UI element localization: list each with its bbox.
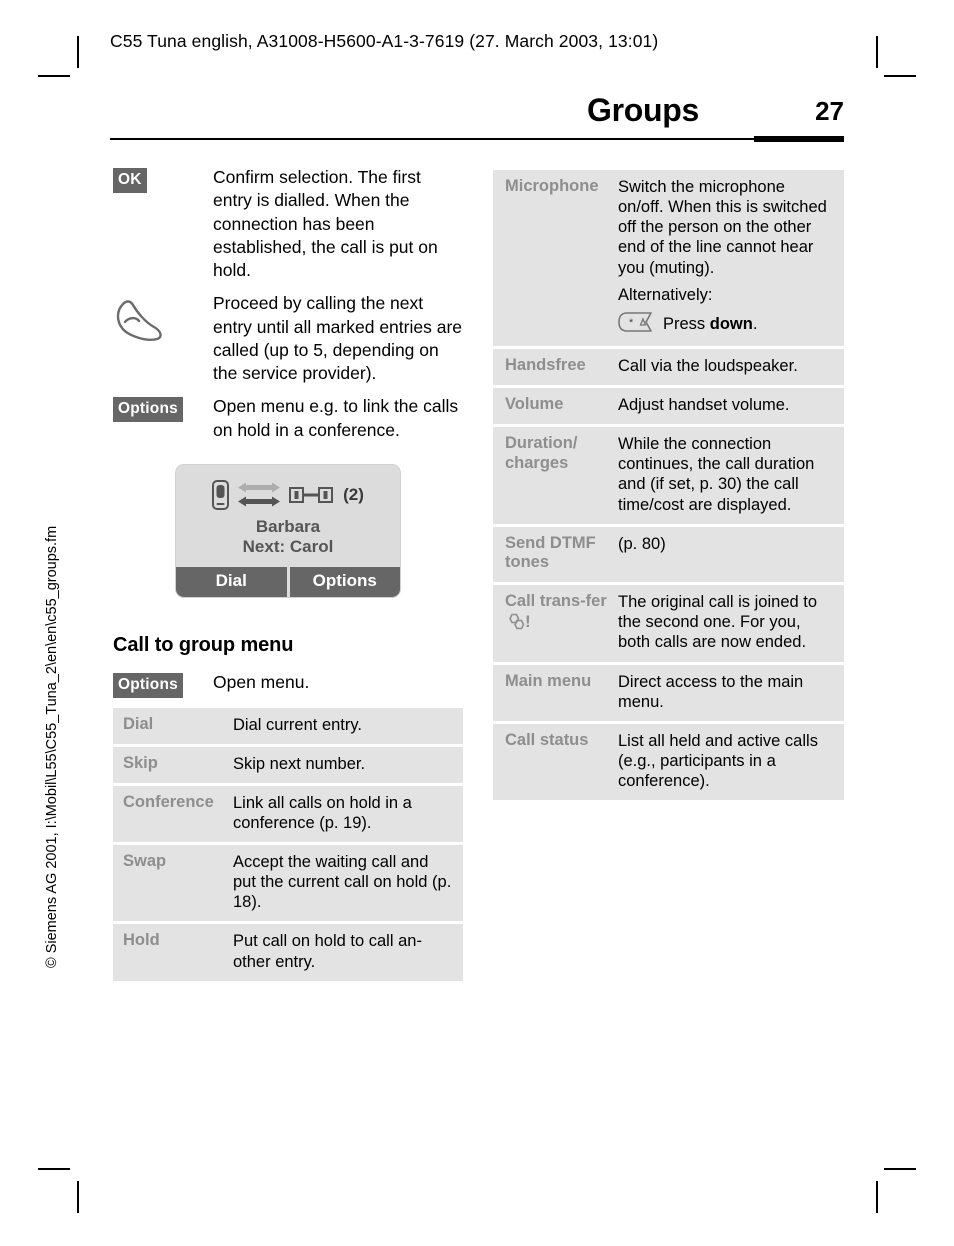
table-row: Dial Dial current entry.: [113, 708, 463, 747]
definition-row: OK Confirm selection. The first entry is…: [113, 166, 463, 282]
section-heading: Call to group menu: [113, 634, 294, 657]
definition-row: Options Open menu e.g. to link the calls…: [113, 395, 463, 442]
table-cell-label: Skip: [123, 753, 158, 772]
table-cell-description: The original call is joined to the secon…: [618, 593, 818, 652]
table-cell-label: Call status: [505, 730, 589, 749]
crop-mark-bottom-right-vertical: [876, 1181, 878, 1213]
table-cell-description: While the connection continues, the call…: [618, 435, 815, 514]
handset-icon: [212, 479, 230, 510]
alternative-key-line: * Press down.: [618, 311, 834, 337]
table-cell-label: Main menu: [505, 671, 592, 690]
table-row: Duration/ charges While the connection c…: [493, 427, 844, 527]
svg-text:*: *: [629, 317, 634, 329]
phone-softkey-dial[interactable]: Dial: [176, 567, 287, 598]
chapter-title-block: Groups 27: [110, 92, 844, 144]
definition-text: Open menu.: [213, 672, 310, 693]
phone-status-row: (2): [176, 475, 400, 515]
network-service-icon: [509, 613, 525, 630]
running-header: C55 Tuna english, A31008-H5600-A1-3-7619…: [110, 31, 659, 51]
table-row: Send DTMF tones (p. 80): [493, 527, 844, 586]
alternative-key-text: Press down.: [663, 315, 758, 334]
table-cell-description: Adjust handset volume.: [618, 396, 790, 414]
table-cell-label: Handsfree: [505, 355, 586, 374]
softkey-options-menu[interactable]: Options: [113, 673, 183, 698]
table-cell-description: Call via the loudspeaker.: [618, 356, 798, 375]
left-column: OK Confirm selection. The first entry is…: [113, 166, 463, 981]
table-row: Volume Adjust handset volume.: [493, 388, 844, 428]
table-row: Swap Accept the waiting call and put the…: [113, 845, 463, 925]
table-cell-description: Put call on hold to call an-other entry.: [233, 932, 422, 971]
table-cell-description: Direct access to the main menu.: [618, 672, 804, 711]
table-cell-label: Microphone: [505, 177, 599, 195]
arrow-double-dark-icon: [238, 496, 281, 507]
table-row: Hold Put call on hold to call an-other e…: [113, 924, 463, 980]
definition-text: Confirm selection. The first entry is di…: [213, 167, 438, 281]
crop-mark-bottom-left-vertical: [77, 1181, 79, 1213]
phone-softkey-bar: Dial Options: [176, 567, 400, 598]
definition-key-cell: [113, 292, 213, 346]
table-row: Main menu Direct access to the main menu…: [493, 665, 844, 724]
crop-mark-top-right-horizontal: [884, 75, 916, 77]
title-rule-accent: [754, 136, 844, 142]
next-call-name: Next: Carol: [242, 536, 334, 556]
crop-mark-top-right-vertical: [876, 36, 878, 68]
crop-mark-top-left-horizontal: [38, 75, 70, 77]
active-call-name: Barbara: [255, 516, 321, 536]
table-cell-paragraph: Switch the microphone on/off. When this …: [618, 178, 827, 277]
arrow-double-light-icon: [238, 482, 281, 493]
call-count-label: (2): [343, 484, 364, 504]
call-swap-arrows: [238, 482, 281, 507]
definition-text: Open menu e.g. to link the calls on hold…: [213, 396, 459, 440]
table-cell-label: Swap: [123, 852, 167, 871]
spine-copyright-text: © Siemens AG 2001, I:\Mobil\L55\C55_Tuna…: [44, 525, 60, 968]
table-cell-label: Volume: [505, 395, 564, 413]
call-options-table: Microphone Switch the microphone on/off.…: [493, 170, 844, 801]
table-row: Call status List all held and active cal…: [493, 724, 844, 800]
definition-key-cell: Options: [113, 395, 213, 422]
table-cell-description: Accept the waiting call and put the curr…: [233, 853, 452, 912]
table-cell-description: Link all calls on hold in a conference (…: [233, 793, 412, 832]
pointing-hand-icon: [116, 300, 162, 342]
page-title: Groups: [587, 92, 699, 128]
table-cell-label: Conference: [123, 792, 214, 811]
table-cell-label: Dial: [123, 714, 154, 733]
table-cell-paragraph: Alternatively:: [618, 285, 713, 304]
table-row: Microphone Switch the microphone on/off.…: [493, 170, 844, 349]
crop-mark-bottom-left-horizontal: [38, 1168, 70, 1170]
call-hold-icon: [289, 486, 334, 503]
table-cell-description: List all held and active calls (e.g., pa…: [618, 731, 818, 791]
phone-softkey-options[interactable]: Options: [289, 567, 400, 598]
page-number: 27: [815, 96, 844, 126]
table-cell-label: Hold: [123, 931, 160, 950]
network-service-exclamation: !: [525, 612, 531, 632]
table-cell-description: (p. 80): [618, 534, 666, 553]
table-cell-description: Switch the microphone on/off. When this …: [618, 177, 844, 337]
phone-display-mockup: (2) Barbara Next: Carol Dial Options: [175, 463, 401, 599]
table-row: Handsfree Call via the loudspeaker.: [493, 349, 844, 388]
crop-mark-top-left-vertical: [77, 36, 79, 68]
table-cell-description: Dial current entry.: [233, 715, 362, 734]
phone-name-area: Barbara Next: Carol: [176, 515, 400, 567]
table-cell-description: Skip next number.: [233, 754, 366, 773]
star-key-icon: *: [618, 311, 654, 337]
table-cell-label: Send DTMF tones: [505, 533, 596, 572]
table-cell-label-text: Call trans-fer: [505, 592, 607, 611]
softkey-options[interactable]: Options: [113, 397, 183, 422]
softkey-ok[interactable]: OK: [113, 168, 147, 193]
title-rule: [110, 138, 844, 140]
definition-text: Proceed by calling the next entry until …: [213, 293, 462, 384]
table-row: Conference Link all calls on hold in a c…: [113, 786, 463, 846]
table-cell-label: Duration/ charges: [505, 434, 578, 472]
definition-key-cell: Options: [113, 671, 213, 698]
definition-row: Options Open menu.: [113, 671, 463, 698]
table-cell-label: Call trans-fer !: [493, 592, 618, 633]
table-row: Call trans-fer ! The original call is jo…: [493, 585, 844, 665]
definition-row: Proceed by calling the next entry until …: [113, 292, 463, 385]
table-row: Skip Skip next number.: [113, 747, 463, 786]
call-to-group-menu-table: Dial Dial current entry. Skip Skip next …: [113, 707, 463, 981]
right-column: Microphone Switch the microphone on/off.…: [493, 170, 844, 801]
definition-key-cell: OK: [113, 166, 213, 193]
crop-mark-bottom-right-horizontal: [884, 1168, 916, 1170]
